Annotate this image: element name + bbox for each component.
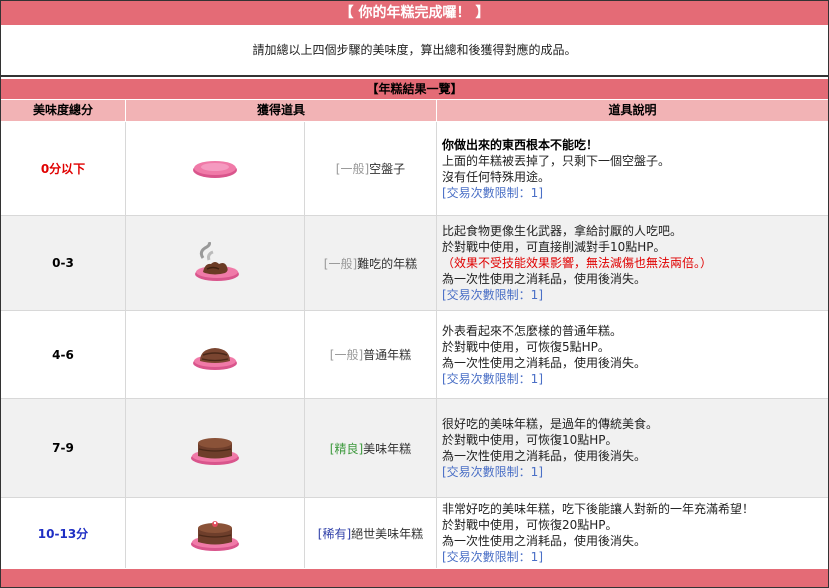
item-grade: [一般] [323, 256, 358, 271]
score-range: 0分以下 [40, 162, 86, 176]
desc-line: 上面的年糕被丟掉了，只剩下一個空盤子。 [442, 153, 671, 168]
item-grade: [精良] [329, 441, 364, 456]
item-label: 絕世美味年糕 [351, 526, 424, 541]
desc-warning: （效果不受技能效果影響，無法減傷也無法兩倍。） [442, 256, 713, 270]
burnt-cake-icon [126, 216, 304, 310]
item-name: [一般] 空盤子 [305, 122, 436, 215]
desc-line: 為一次性使用之消耗品，使用後消失。 [442, 272, 647, 286]
trade-limit: [交易次數限制：1] [442, 371, 543, 386]
item-name: [稀有] 絕世美味年糕 [305, 498, 436, 568]
trade-limit: [交易次數限制：1] [442, 185, 543, 200]
footer-bar [1, 569, 828, 587]
desc-line: 比起食物更像生化武器，拿給討厭的人吃吧。 [442, 224, 683, 238]
score-range: 4-6 [52, 347, 74, 362]
desc-line: 非常好吃的美味年糕，吃下後能讓人對新的一年充滿希望！ [442, 502, 755, 516]
desc-line: 於對戰中使用，可直接削減對手10點HP。 [442, 240, 666, 254]
header-score: 美味度總分 [1, 100, 125, 121]
desc-line: 為一次性使用之消耗品，使用後消失。 [442, 534, 647, 548]
desc-line: 於對戰中使用，可恢復5點HP。 [442, 339, 610, 354]
item-label: 空盤子 [369, 162, 406, 176]
item-label: 普通年糕 [363, 348, 412, 362]
item-description: 外表看起來不怎麼樣的普通年糕。 於對戰中使用，可恢復5點HP。 為一次性使用之消… [437, 311, 826, 398]
desc-line: 於對戰中使用，可恢復10點HP。 [442, 433, 618, 447]
desc-line: 外表看起來不怎麼樣的普通年糕。 [442, 323, 623, 338]
item-description: 非常好吃的美味年糕，吃下後能讓人對新的一年充滿希望！ 於對戰中使用，可恢復20點… [437, 498, 826, 568]
header-desc: 道具說明 [437, 100, 828, 121]
tasty-cake-icon [126, 399, 304, 497]
item-label: 美味年糕 [363, 441, 412, 456]
item-grade: [稀有] [317, 526, 352, 541]
item-grade: [一般] [329, 348, 364, 362]
trade-limit: [交易次數限制：1] [442, 288, 543, 302]
desc-line: 於對戰中使用，可恢復20點HP。 [442, 518, 618, 532]
item-label: 難吃的年糕 [357, 256, 418, 271]
empty-plate-icon [126, 122, 304, 215]
table-row: 7-9 [精良] 美味年糕 很好吃的美味年糕，是過年的傳統美食。 於對戰中使用，可… [1, 399, 828, 497]
score-range: 7-9 [52, 441, 74, 455]
normal-cake-icon [126, 311, 304, 398]
results-title: 【年糕結果一覽】 [1, 79, 828, 99]
table-row: 0-3 [一般] 難吃的年糕 比起食物更像生化武器，拿給討厭的人吃吧。 於對戰中使… [1, 216, 828, 310]
desc-line: 很好吃的美味年糕，是過年的傳統美食。 [442, 417, 659, 431]
item-description: 很好吃的美味年糕，是過年的傳統美食。 於對戰中使用，可恢復10點HP。 為一次性… [437, 399, 826, 497]
desc-line: 為一次性使用之消耗品，使用後消失。 [442, 355, 647, 370]
table-row: 4-6 [一般] 普通年糕 外表看起來不怎麼樣的普通年糕。 於對戰中使用，可恢復5… [1, 311, 828, 398]
section-divider [0, 75, 829, 77]
desc-title: 你做出來的東西根本不能吃！ [442, 137, 599, 152]
header-item: 獲得道具 [126, 100, 436, 121]
score-range: 10-13分 [37, 526, 89, 541]
supreme-cake-icon [126, 498, 304, 568]
item-description: 你做出來的東西根本不能吃！ 上面的年糕被丟掉了，只剩下一個空盤子。 沒有任何特殊… [437, 122, 826, 215]
table-row: 0分以下 [一般] 空盤子 你做出來的東西根本不能吃！ 上面的年糕被丟掉了，只剩下… [1, 122, 828, 215]
intro-text: 請加總以上四個步驟的美味度，算出總和後獲得對應的成品。 [252, 43, 577, 57]
trade-limit: [交易次數限制：1] [442, 550, 543, 564]
desc-line: 為一次性使用之消耗品，使用後消失。 [442, 449, 647, 463]
item-grade: [一般] [335, 162, 370, 176]
score-range: 0-3 [52, 256, 74, 270]
trade-limit: [交易次數限制：1] [442, 465, 543, 479]
desc-line: 沒有任何特殊用途。 [442, 169, 551, 184]
item-name: [精良] 美味年糕 [305, 399, 436, 497]
page-title-banner: 【 你的年糕完成囉！ 】 [1, 1, 828, 25]
item-name: [一般] 普通年糕 [305, 311, 436, 398]
item-name: [一般] 難吃的年糕 [305, 216, 436, 310]
item-description: 比起食物更像生化武器，拿給討厭的人吃吧。 於對戰中使用，可直接削減對手10點HP… [437, 216, 826, 310]
table-row: 10-13分 [稀有] 絕世美味年糕 非常好吃的美味年糕，吃下後能讓人對新的一年充… [1, 498, 828, 568]
